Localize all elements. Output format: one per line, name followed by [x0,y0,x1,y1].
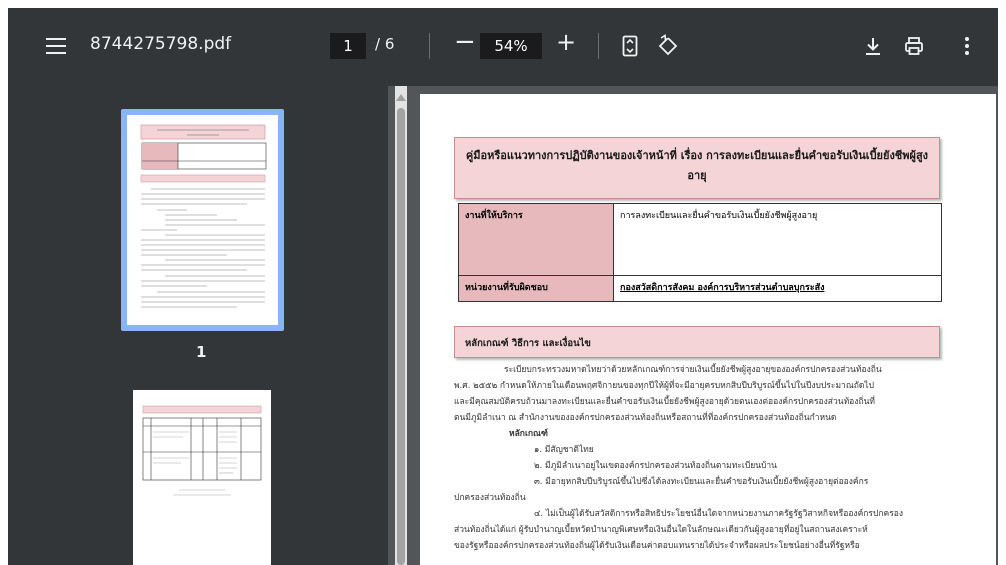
section-header: หลักเกณฑ์ วิธีการ และเงื่อนไข [454,326,940,358]
document-title-box: คู่มือหรือแนวทางการปฏิบัติงานของเจ้าหน้า… [454,137,940,199]
toolbar: 8744275798.pdf 1 / 6 − 54% + [8,8,998,86]
body-paragraph: ตนมีภูมิลำเนา ณ สำนักงานขององค์กรปกครองส… [454,413,837,423]
thumbnail-sidebar: 1 [8,86,388,565]
responsible-unit: กองสวัสดิการสังคม องค์การบริหารส่วนตำบลบ… [620,283,825,293]
page-thumbnail-1[interactable] [121,109,284,331]
body-paragraph: ๑. มีสัญชาติไทย [534,445,594,455]
file-title: 8744275798.pdf [90,34,232,54]
section-title: หลักเกณฑ์ วิธีการ และเงื่อนไข [465,338,591,349]
table-value: กองสวัสดิการสังคม องค์การบริหารส่วนตำบลบ… [613,275,942,302]
zoom-in-button[interactable]: + [556,28,576,56]
page-number-input[interactable]: 1 [330,33,366,59]
body-text: ระเบียบกระทรวงมหาดไทยว่าด้วยหลักเกณฑ์การ… [454,362,954,554]
thumbnail-label-1: 1 [196,343,207,361]
body-paragraph: ๒. มีภูมิลำเนาอยู่ในเขตองค์กรปกครองส่วนท… [534,461,777,471]
body-paragraph: ส่วนท้องถิ่นได้แก่ ผู้รับบำนาญเบี้ยหวัดบ… [454,525,868,535]
rotate-icon[interactable] [656,34,680,58]
table-row: หน่วยงานที่รับผิดชอบ กองสวัสดิการสังคม อ… [458,275,942,302]
body-paragraph: ระเบียบกระทรวงมหาดไทยว่าด้วยหลักเกณฑ์การ… [504,365,882,375]
document-page: คู่มือหรือแนวทางการปฏิบัติงานของเจ้าหน้า… [420,94,996,565]
more-options-icon[interactable] [964,36,970,56]
sidebar-scrollbar-thumb[interactable] [397,108,405,565]
fit-to-page-icon[interactable] [622,35,638,57]
pdf-viewer: 8744275798.pdf 1 / 6 − 54% + 1 คู่มือหรื… [8,8,998,565]
body-paragraph: พ.ศ. ๒๕๕๒ กำหนดให้ภายในเดือนพฤศจิกายนของ… [454,381,875,391]
body-paragraph: ๓. มีอายุหกสิบปีบริบูรณ์ขึ้นไปซึ่งได้ลงท… [534,477,869,487]
zoom-level-input[interactable]: 54% [480,33,542,59]
body-paragraph: ๔. ไม่เป็นผู้ได้รับสวัสดิการหรือสิทธิประ… [534,509,904,519]
document-title: คู่มือหรือแนวทางการปฏิบัติงานของเจ้าหน้า… [465,149,929,182]
download-icon[interactable] [864,36,882,56]
toolbar-divider [598,33,599,59]
table-label: งานที่ให้บริการ [458,203,614,276]
print-icon[interactable] [904,36,924,56]
table-label: หน่วยงานที่รับผิดชอบ [458,275,614,302]
body-paragraph: หลักเกณฑ์ [509,429,548,439]
page-thumbnail-2[interactable] [133,390,271,565]
body-paragraph: ของรัฐหรือองค์กรปกครองส่วนท้องถิ่นผู้ได้… [454,541,860,551]
sidebar-scroll-up-arrow[interactable] [396,94,406,101]
body-paragraph: ปกครองส่วนท้องถิ่น [454,493,526,503]
table-row: งานที่ให้บริการ การลงทะเบียนและยื่นคำขอร… [458,203,942,276]
menu-icon[interactable] [46,38,66,54]
toolbar-divider [429,33,430,59]
page-thumbnail-image [127,115,278,325]
body-paragraph: และมีคุณสมบัติครบถ้วนมาลงทะเบียนและยื่นค… [454,397,875,407]
info-table: งานที่ให้บริการ การลงทะเบียนและยื่นคำขอร… [458,203,942,302]
zoom-out-button[interactable]: − [454,27,476,57]
page-count: / 6 [375,35,395,53]
table-value: การลงทะเบียนและยื่นคำขอรับเงินเบี้ยยังชี… [613,203,942,276]
